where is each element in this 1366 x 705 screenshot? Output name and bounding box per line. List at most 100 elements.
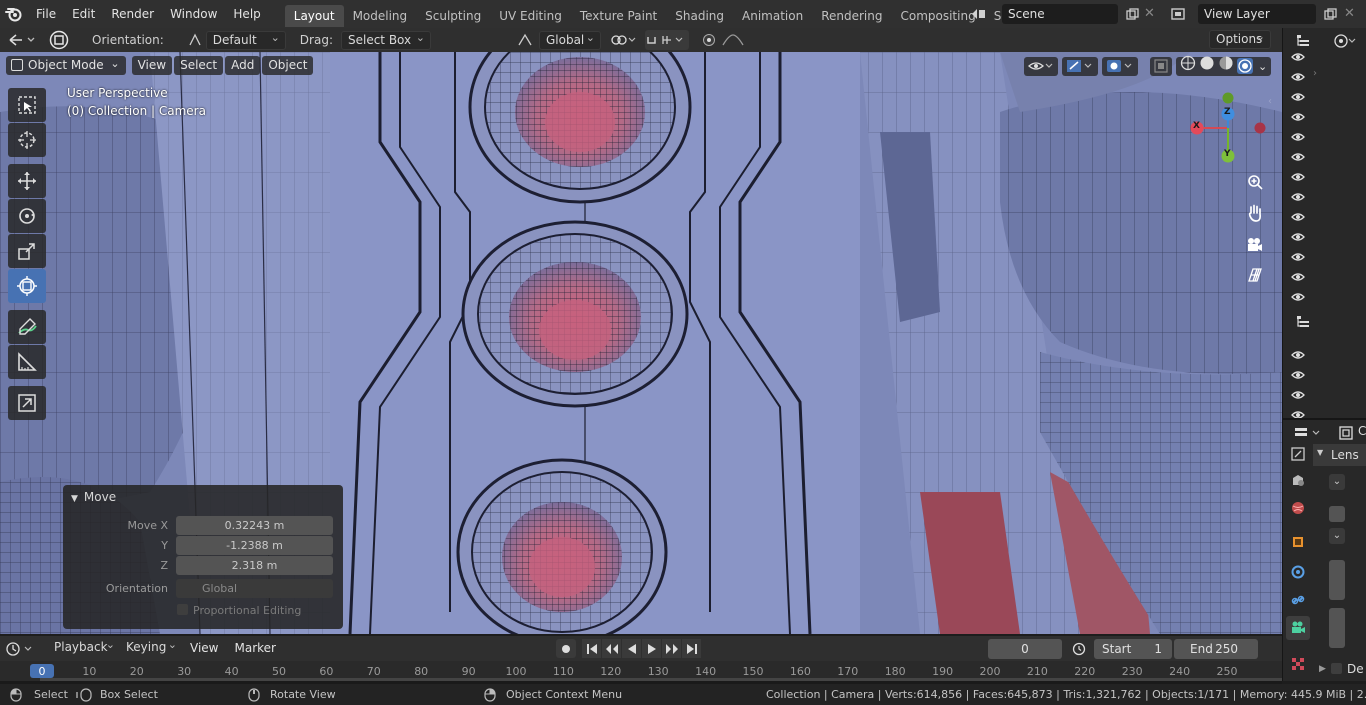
- move-y-field[interactable]: -1.2388 m: [176, 536, 333, 555]
- viewport-menu-view[interactable]: View: [131, 56, 173, 75]
- shift-fields[interactable]: [1329, 560, 1345, 600]
- rendered-shading-icon[interactable]: [1237, 58, 1253, 74]
- expand-arrow-icon[interactable]: ›: [1313, 68, 1317, 79]
- blender-logo-icon[interactable]: [0, 0, 28, 28]
- visibility-eye-icon[interactable]: [1290, 90, 1306, 104]
- visibility-eye-icon[interactable]: [1290, 70, 1306, 84]
- render-tab-icon[interactable]: [1286, 468, 1310, 492]
- keying-menu[interactable]: Keying: [120, 636, 182, 658]
- end-frame-field[interactable]: End 250: [1174, 639, 1258, 659]
- visibility-eye-icon[interactable]: [1290, 210, 1306, 224]
- material-shading-icon[interactable]: [1218, 55, 1234, 77]
- visibility-eye-icon[interactable]: [1290, 388, 1306, 402]
- transform-pivot-icon[interactable]: [44, 28, 74, 52]
- navigation-gizmo[interactable]: X Y Z: [1185, 90, 1267, 172]
- 3d-viewport[interactable]: Object Mode ⌄ View Select Add Object ⌄ U…: [0, 52, 1282, 634]
- tab-shading[interactable]: Shading: [666, 5, 733, 27]
- view-layer-field[interactable]: View Layer: [1198, 4, 1316, 24]
- pan-hand-icon[interactable]: [1243, 201, 1267, 225]
- menu-edit[interactable]: Edit: [64, 0, 103, 28]
- solid-shading-icon[interactable]: [1199, 55, 1215, 77]
- visibility-eye-icon[interactable]: [1290, 190, 1306, 204]
- proportional-editing-icon[interactable]: [697, 30, 721, 50]
- orthographic-grid-icon[interactable]: [1243, 263, 1267, 287]
- copy-view-layer-icon[interactable]: [1320, 4, 1340, 24]
- rotate-tool-icon[interactable]: [8, 199, 46, 233]
- visibility-eye-icon[interactable]: [1290, 110, 1306, 124]
- transform-tool-icon[interactable]: [8, 269, 46, 303]
- move-z-field[interactable]: 2.318 m: [176, 556, 333, 575]
- jump-end-icon[interactable]: [682, 639, 701, 658]
- editor-type-icon[interactable]: [0, 28, 44, 52]
- texture-tab-icon[interactable]: [1286, 652, 1310, 676]
- cursor-tool-icon[interactable]: [8, 123, 46, 157]
- jump-keyframe-back-icon[interactable]: [602, 639, 621, 658]
- xray-toggle-icon[interactable]: [1150, 56, 1172, 76]
- object-mode-dropdown[interactable]: Object Mode ⌄: [6, 56, 126, 75]
- transform-space-dropdown[interactable]: Global: [538, 29, 601, 50]
- properties-editor-type-icon[interactable]: [1293, 423, 1323, 443]
- drag-dropdown[interactable]: Select Box: [340, 29, 431, 50]
- tab-texture-paint[interactable]: Texture Paint: [571, 5, 666, 27]
- pivot-point-icon[interactable]: [611, 33, 643, 47]
- proportional-falloff-icon[interactable]: [721, 30, 749, 50]
- snap-icon[interactable]: [644, 30, 689, 50]
- lens-unit-dropdown[interactable]: ⌄: [1329, 528, 1345, 544]
- visibility-eye-icon[interactable]: [1290, 250, 1306, 264]
- select-box-tool-icon[interactable]: [8, 88, 46, 122]
- lens-type-dropdown[interactable]: ⌄: [1329, 474, 1345, 490]
- marker-menu[interactable]: Marker: [226, 636, 283, 661]
- annotate-tool-icon[interactable]: [8, 310, 46, 344]
- orientation-select[interactable]: Global: [176, 579, 333, 598]
- tool-settings-tab-icon[interactable]: [1286, 442, 1310, 466]
- move-tool-icon[interactable]: [8, 164, 46, 198]
- viewport-menu-add[interactable]: Add: [225, 56, 261, 75]
- shading-options-chevron-icon[interactable]: ⌄: [1258, 57, 1267, 76]
- scene-icon[interactable]: [970, 4, 992, 24]
- pin-properties-icon[interactable]: [1335, 423, 1357, 443]
- world-tab-icon[interactable]: [1286, 496, 1310, 520]
- outliner-editor-type-icon[interactable]: [1291, 30, 1315, 52]
- dof-checkbox[interactable]: [1331, 663, 1342, 674]
- start-frame-field[interactable]: Start 1: [1094, 639, 1172, 659]
- timeline-ruler[interactable]: 0 10 20 30 40 50 60 70 80 90 100 110 120 130 140 150 160…: [0, 661, 1282, 681]
- move-panel-header[interactable]: ▼ Move: [71, 490, 116, 504]
- copy-scene-icon[interactable]: [1122, 4, 1142, 24]
- lens-section-header[interactable]: ▼ Lens: [1313, 444, 1366, 466]
- scale-tool-icon[interactable]: [8, 234, 46, 268]
- menu-render[interactable]: Render: [103, 0, 162, 28]
- record-icon[interactable]: [556, 639, 576, 658]
- clip-fields[interactable]: [1329, 608, 1345, 648]
- visibility-eye-icon[interactable]: [1290, 50, 1306, 64]
- zoom-icon[interactable]: [1243, 170, 1267, 194]
- timeline-view-menu[interactable]: View: [182, 636, 226, 661]
- physics-tab-icon[interactable]: [1286, 560, 1310, 584]
- viewport-menu-object[interactable]: Object: [262, 56, 314, 75]
- viewport-menu-select[interactable]: Select: [174, 56, 224, 75]
- visibility-eye-icon[interactable]: [1290, 348, 1306, 362]
- tab-rendering[interactable]: Rendering: [812, 5, 891, 27]
- visibility-eye-icon[interactable]: [1290, 150, 1306, 164]
- playback-menu[interactable]: Playback: [48, 636, 120, 658]
- tab-uv-editing[interactable]: UV Editing: [490, 5, 571, 27]
- display-mode-icon[interactable]: [1331, 30, 1359, 52]
- tab-layout[interactable]: Layout: [284, 4, 344, 27]
- tab-modeling[interactable]: Modeling: [344, 5, 417, 27]
- visibility-eye-icon[interactable]: [1290, 230, 1306, 244]
- use-preview-range-icon[interactable]: [1070, 639, 1088, 658]
- overlays-icon[interactable]: [1102, 56, 1138, 76]
- options-dropdown[interactable]: Options: [1209, 28, 1271, 49]
- visibility-eye-icon[interactable]: [1290, 130, 1306, 144]
- tab-animation[interactable]: Animation: [733, 5, 812, 27]
- play-icon[interactable]: [642, 639, 661, 658]
- menu-help[interactable]: Help: [225, 0, 268, 28]
- wireframe-shading-icon[interactable]: [1180, 55, 1196, 77]
- constraints-tab-icon[interactable]: [1286, 588, 1310, 612]
- gizmo-toggle-icon[interactable]: [1062, 56, 1098, 76]
- visibility-eye-icon[interactable]: [1290, 270, 1306, 284]
- proportional-checkbox[interactable]: [177, 604, 188, 615]
- camera-data-tab-icon[interactable]: [1286, 616, 1310, 640]
- timeline-editor-type-icon[interactable]: [0, 636, 40, 661]
- visibility-eye-icon[interactable]: [1290, 368, 1306, 382]
- visibility-eye-icon[interactable]: [1290, 170, 1306, 184]
